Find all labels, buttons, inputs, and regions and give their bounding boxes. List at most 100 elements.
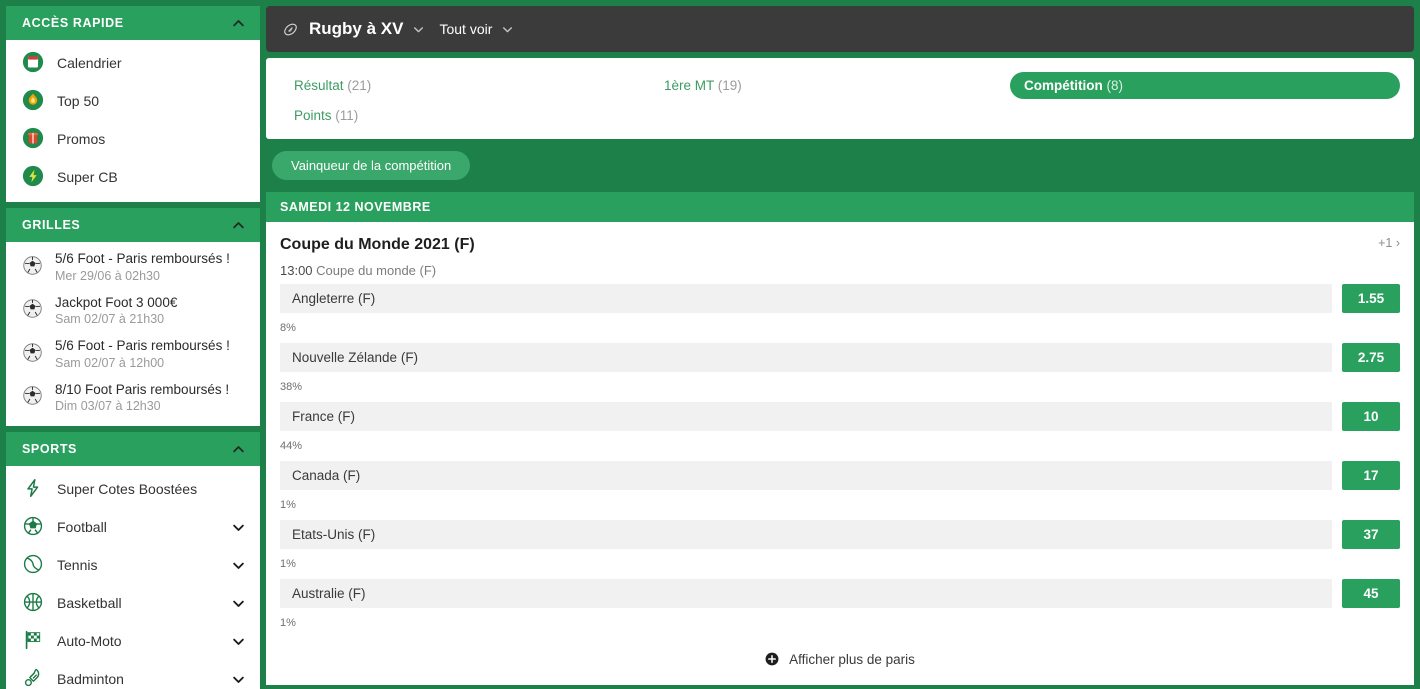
list-item[interactable]: Jackpot Foot 3 000€ Sam 02/07 à 21h30 [6, 290, 260, 334]
filter-count: (19) [717, 78, 742, 93]
filter-competition[interactable]: Compétition (8) [1010, 72, 1400, 99]
odds-button[interactable]: 10 [1342, 402, 1400, 431]
list-item[interactable]: 5/6 Foot - Paris remboursés ! Mer 29/06 … [6, 246, 260, 290]
outcome-main: Canada (F) 17 [280, 461, 1400, 490]
chevron-up-icon[interactable] [231, 218, 246, 233]
chevron-down-icon[interactable] [231, 672, 246, 687]
outcome-name: Australie (F) [280, 579, 1332, 608]
sidebar-item-auto-moto[interactable]: Auto-Moto [6, 622, 260, 660]
sidebar-item-label: Tennis [57, 557, 98, 573]
filter-1ere-mt[interactable]: 1ère MT (19) [650, 78, 1010, 93]
outcome-row: Australie (F) 45 1% [280, 579, 1400, 629]
list-item-text: Jackpot Foot 3 000€ Sam 02/07 à 21h30 [55, 295, 177, 329]
plus-circle-icon [765, 652, 779, 669]
probability-label: 1% [280, 617, 296, 629]
outcome-probability: 1% [280, 558, 1400, 570]
outcome-probability: 8% [280, 322, 1400, 334]
sidebar-item-basketball[interactable]: Basketball [6, 584, 260, 622]
chevron-down-icon[interactable] [501, 23, 514, 36]
list-item-subtitle: Sam 02/07 à 21h30 [55, 312, 165, 327]
sidebar-item-super-cb[interactable]: Super CB [6, 158, 260, 196]
bet-type-filter-list: Résultat (21) 1ère MT (19) Compétition (… [280, 72, 1400, 123]
outcome-probability: 1% [280, 617, 1400, 629]
probability-label: 38% [280, 381, 303, 393]
list-item-text: 8/10 Foot Paris remboursés ! Dim 03/07 à… [55, 382, 229, 416]
probability-track [306, 444, 1332, 448]
list-item-subtitle: Sam 02/07 à 12h00 [55, 355, 165, 370]
odds-button[interactable]: 45 [1342, 579, 1400, 608]
outcome-row: Nouvelle Zélande (F) 2.75 38% [280, 343, 1400, 393]
checkered-flag-icon [22, 629, 44, 654]
filter-points[interactable]: Points (11) [280, 108, 650, 123]
list-item-title: Jackpot Foot 3 000€ [55, 294, 178, 310]
list-item-text: 5/6 Foot - Paris remboursés ! Mer 29/06 … [55, 251, 230, 285]
list-item-subtitle: Mer 29/06 à 02h30 [55, 268, 160, 283]
filter-count: (11) [335, 108, 359, 123]
list-item-title: 5/6 Foot - Paris remboursés ! [55, 251, 230, 266]
all-view-label[interactable]: Tout voir [439, 21, 492, 37]
probability-label: 1% [280, 499, 296, 511]
sidebar-item-label: Top 50 [57, 93, 100, 109]
outcome-main: France (F) 10 [280, 402, 1400, 431]
chevron-down-icon[interactable] [231, 520, 246, 535]
calendar-icon [22, 51, 44, 76]
event-card: Coupe du Monde 2021 (F) +1 › 13:00 Coupe… [266, 222, 1414, 685]
list-item-subtitle: Dim 03/07 à 12h30 [55, 399, 161, 414]
list-item[interactable]: 8/10 Foot Paris remboursés ! Dim 03/07 à… [6, 377, 260, 421]
sidebar-section-header-grilles[interactable]: GRILLES [6, 208, 260, 242]
chevron-down-icon[interactable] [231, 596, 246, 611]
odds-button[interactable]: 17 [1342, 461, 1400, 490]
sport-header-bar: Rugby à XV Tout voir [266, 6, 1414, 52]
chevron-down-icon[interactable] [231, 634, 246, 649]
sidebar-section-body-grilles: 5/6 Foot - Paris remboursés ! Mer 29/06 … [6, 242, 260, 426]
list-item-title: 8/10 Foot Paris remboursés ! [55, 381, 230, 397]
probability-track [306, 503, 1332, 507]
filter-label: Points [294, 108, 332, 123]
rugby-ball-icon [282, 21, 299, 38]
sidebar-section-header-acces-rapide[interactable]: ACCÈS RAPIDE [6, 6, 260, 40]
sidebar-item-promos[interactable]: Promos [6, 120, 260, 158]
filter-label: Résultat [294, 78, 344, 93]
chevron-up-icon[interactable] [231, 442, 246, 457]
sidebar-item-calendrier[interactable]: Calendrier [6, 44, 260, 82]
sidebar-section-grilles: GRILLES 5/6 Foot - Paris remboursés ! Me… [6, 208, 260, 426]
sidebar-section-title: ACCÈS RAPIDE [22, 16, 124, 30]
sidebar-section-title: GRILLES [22, 218, 81, 232]
event-competition: Coupe du monde (F) [316, 263, 437, 278]
market-chip-vainqueur-competition[interactable]: Vainqueur de la compétition [272, 151, 471, 180]
outcome-name: Angleterre (F) [280, 284, 1332, 313]
list-item[interactable]: 5/6 Foot - Paris remboursés ! Sam 02/07 … [6, 333, 260, 377]
outcome-row: France (F) 10 44% [280, 402, 1400, 452]
chevron-down-icon[interactable] [412, 23, 425, 36]
sidebar-item-super-cotes-boostees[interactable]: Super Cotes Boostées [6, 470, 260, 508]
event-more-markets-link[interactable]: +1 › [1378, 236, 1400, 250]
sidebar-section-acces-rapide: ACCÈS RAPIDE Calendrier Top 50 Promos Su… [6, 6, 260, 202]
chevron-up-icon[interactable] [231, 16, 246, 31]
sidebar-section-header-sports[interactable]: SPORTS [6, 432, 260, 466]
event-time: 13:00 [280, 263, 313, 278]
chevron-down-icon[interactable] [231, 558, 246, 573]
odds-button[interactable]: 37 [1342, 520, 1400, 549]
day-header-samedi-12-novembre: SAMEDI 12 NOVEMBRE [266, 192, 1414, 222]
outcome-main: Australie (F) 45 [280, 579, 1400, 608]
odds-button[interactable]: 1.55 [1342, 284, 1400, 313]
sidebar-item-top-50[interactable]: Top 50 [6, 82, 260, 120]
sidebar-item-badminton[interactable]: Badminton [6, 660, 260, 689]
sidebar-item-tennis[interactable]: Tennis [6, 546, 260, 584]
soccer-ball-icon [22, 342, 43, 368]
sidebar-section-body-sports: Super Cotes Boostées Football Tennis Bas… [6, 466, 260, 689]
probability-label: 8% [280, 322, 296, 334]
bolt-icon [22, 165, 44, 190]
market-subfilter-bar: Vainqueur de la compétition [266, 139, 1414, 192]
sidebar-item-football[interactable]: Football [6, 508, 260, 546]
gift-icon [22, 127, 44, 152]
outcome-probability: 44% [280, 440, 1400, 452]
odds-button[interactable]: 2.75 [1342, 343, 1400, 372]
filter-resultat[interactable]: Résultat (21) [280, 78, 650, 93]
soccer-ball-icon [22, 298, 43, 324]
filter-count: (8) [1106, 78, 1124, 93]
probability-label: 1% [280, 558, 296, 570]
outcome-name: Etats-Unis (F) [280, 520, 1332, 549]
show-more-bets-button[interactable]: Afficher plus de paris [266, 638, 1414, 685]
outcome-probability: 1% [280, 499, 1400, 511]
